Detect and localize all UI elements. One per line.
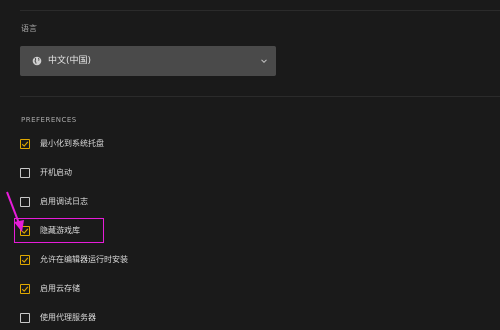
chevron-down-icon (261, 59, 267, 64)
option-launch-on-startup[interactable]: 开机启动 (20, 166, 320, 180)
preferences-section-label: PREFERENCES (21, 116, 77, 124)
checkbox[interactable] (20, 139, 30, 149)
option-allow-install-while-editor-running[interactable]: 允许在编辑器运行时安装 (20, 253, 320, 267)
option-label: 使用代理服务器 (40, 313, 96, 322)
option-label: 最小化到系统托盘 (40, 139, 104, 148)
checkbox[interactable] (20, 255, 30, 265)
checkbox[interactable] (20, 284, 30, 294)
option-label: 开机启动 (40, 168, 72, 177)
option-label: 启用调试日志 (40, 197, 88, 206)
option-enable-debug-log[interactable]: 启用调试日志 (20, 195, 320, 209)
checkbox[interactable] (20, 313, 30, 323)
annotation-highlight-box (14, 218, 104, 243)
checkbox[interactable] (20, 168, 30, 178)
language-section-label: 语言 (21, 24, 37, 33)
globe-icon (32, 56, 42, 66)
checkbox[interactable] (20, 197, 30, 207)
option-enable-cloud-storage[interactable]: 启用云存储 (20, 282, 320, 296)
check-icon (21, 141, 29, 147)
option-label: 启用云存储 (40, 284, 80, 293)
option-label: 允许在编辑器运行时安装 (40, 255, 128, 264)
check-icon (21, 257, 29, 263)
divider (20, 10, 500, 11)
option-use-proxy-server[interactable]: 使用代理服务器 (20, 311, 320, 325)
check-icon (21, 286, 29, 292)
option-minimize-to-tray[interactable]: 最小化到系统托盘 (20, 137, 320, 151)
language-select-value: 中文(中国) (48, 56, 92, 66)
divider (20, 96, 500, 97)
settings-panel: 语言 中文(中国) PREFERENCES 最小化到系统托盘 开机启动 启用调试… (0, 0, 500, 330)
language-select[interactable]: 中文(中国) (20, 46, 276, 76)
